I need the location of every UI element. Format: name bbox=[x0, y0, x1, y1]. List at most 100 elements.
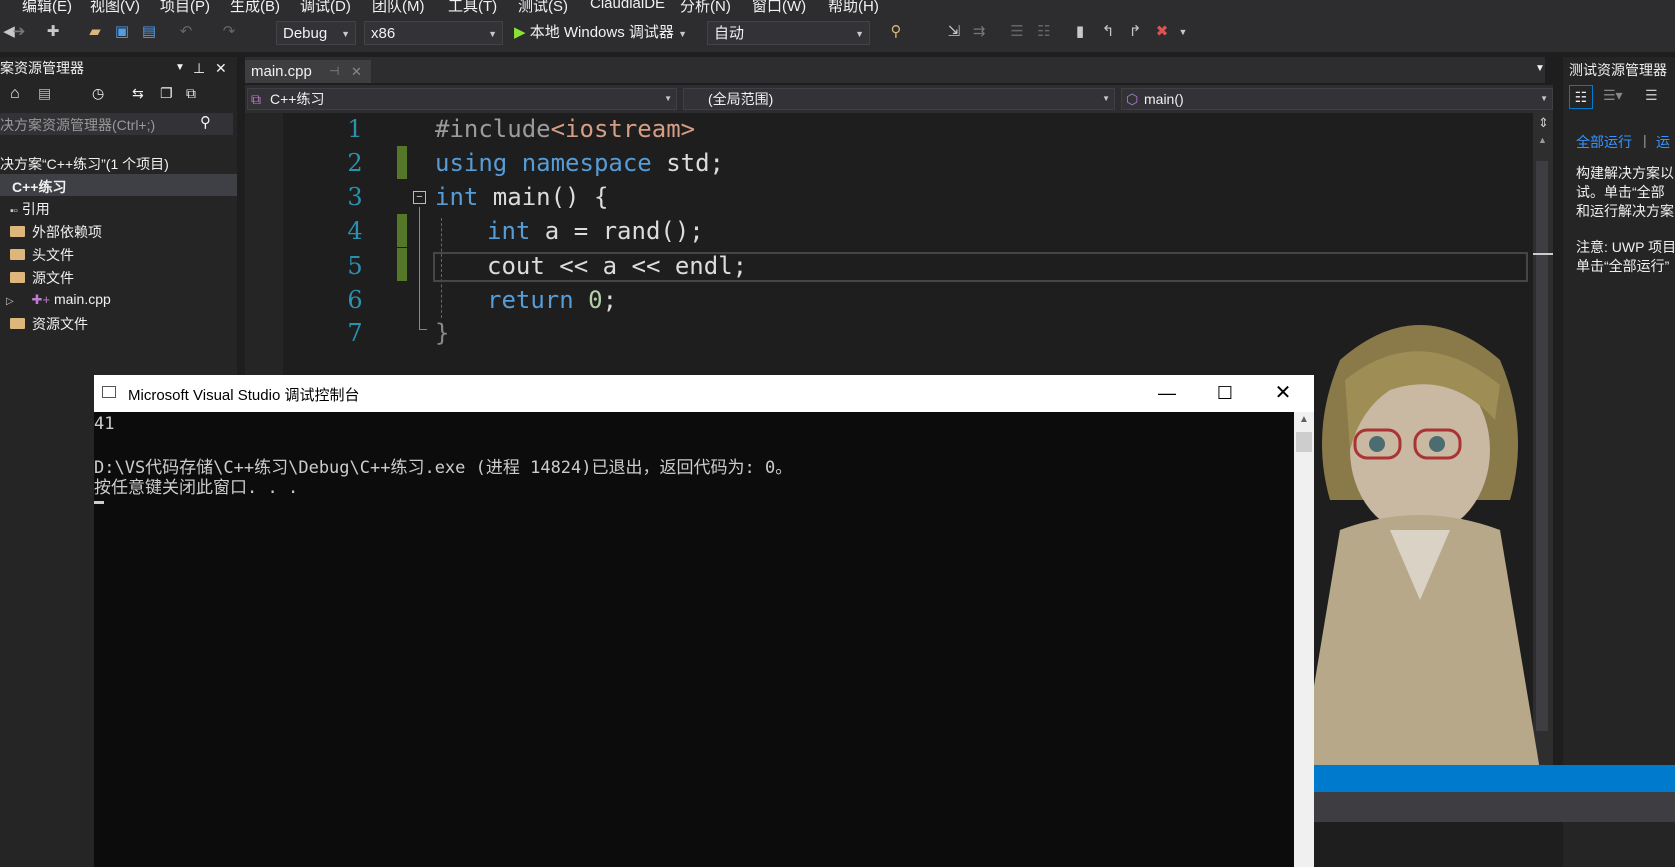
configuration-select[interactable]: Debug ▼ bbox=[276, 21, 356, 45]
tree-item-references[interactable]: ▪▫ 引用 bbox=[10, 199, 50, 219]
expand-arrow-icon[interactable]: ▷ bbox=[6, 296, 14, 307]
chevron-down-icon: ▼ bbox=[664, 94, 672, 103]
tab-main-cpp[interactable]: main.cpp ⊣ ✕ bbox=[245, 60, 371, 83]
project-node[interactable]: C++练习 bbox=[12, 177, 66, 197]
forward-icon[interactable]: ➔ bbox=[10, 23, 28, 41]
tree-item-resource-files[interactable]: 资源文件 bbox=[10, 314, 88, 334]
console-app-icon bbox=[102, 386, 116, 398]
new-project-icon[interactable]: ✚ bbox=[44, 23, 62, 41]
maximize-icon[interactable]: ☐ bbox=[1196, 375, 1254, 412]
scope-nav-select[interactable]: (全局范围) ▼ bbox=[683, 88, 1115, 110]
debug-console-window[interactable]: Microsoft Visual Studio 调试控制台 — ☐ ✕ 41 D… bbox=[94, 375, 1314, 867]
solution-config-select[interactable]: 自动 ▼ bbox=[707, 21, 870, 45]
pending-changes-icon[interactable]: ◷ bbox=[92, 85, 104, 102]
text-cursor bbox=[94, 501, 104, 504]
switch-views-icon[interactable]: ▤ bbox=[38, 85, 51, 102]
member-nav-select[interactable]: ⬡ main() ▼ bbox=[1121, 88, 1553, 110]
undo-icon[interactable]: ↶ bbox=[177, 23, 195, 41]
pin-icon[interactable]: ⊥ bbox=[193, 57, 205, 79]
menu-help[interactable]: 帮助(H) bbox=[828, 0, 879, 14]
test-explorer-note-1: 注意: UWP 项目 bbox=[1576, 239, 1675, 255]
platform-select[interactable]: x86 ▼ bbox=[364, 21, 503, 45]
close-icon[interactable]: ✕ bbox=[1254, 375, 1312, 412]
save-all-icon[interactable]: ▤ bbox=[140, 23, 158, 41]
close-icon[interactable]: ✕ bbox=[351, 60, 362, 83]
link-separator: | bbox=[1643, 132, 1647, 148]
save-icon[interactable]: ▣ bbox=[113, 23, 131, 41]
outline-guide bbox=[419, 207, 420, 329]
tree-item-label: 外部依赖项 bbox=[32, 224, 102, 240]
run-link[interactable]: 运 bbox=[1656, 132, 1670, 152]
uncomment-icon[interactable]: ☷ bbox=[1035, 23, 1053, 41]
start-debugging-button[interactable]: ▶ 本地 Windows 调试器 ▼ bbox=[514, 21, 687, 45]
chevron-down-icon: ▼ bbox=[341, 29, 350, 39]
menu-edit[interactable]: 编辑(E) bbox=[22, 0, 72, 14]
open-folder-icon[interactable]: ▰ bbox=[86, 23, 104, 41]
menu-tools[interactable]: 工具(T) bbox=[448, 0, 497, 14]
collapse-all-icon[interactable]: ❐ bbox=[160, 85, 173, 102]
keyword-token: int bbox=[435, 183, 479, 211]
code-line-7: } bbox=[435, 319, 450, 347]
menu-project[interactable]: 项目(P) bbox=[160, 0, 210, 14]
menu-debug[interactable]: 调试(D) bbox=[300, 0, 351, 14]
test-explorer-desc-3: 和运行解决方案 bbox=[1576, 203, 1674, 219]
clear-bookmarks-icon[interactable]: ✖ bbox=[1153, 23, 1171, 41]
console-output-line: 41 bbox=[94, 414, 115, 434]
menu-view[interactable]: 视图(V) bbox=[90, 0, 140, 14]
redo-icon[interactable]: ↷ bbox=[220, 23, 238, 41]
project-nav-select[interactable]: ⧉ C++练习 ▼ bbox=[247, 88, 677, 110]
sync-icon[interactable]: ⇆ bbox=[132, 85, 144, 102]
step-into-icon[interactable]: ⇲ bbox=[945, 23, 963, 41]
comment-icon[interactable]: ☰ bbox=[1008, 23, 1026, 41]
toolbar-overflow-icon[interactable]: ▼ bbox=[1174, 23, 1192, 41]
code-token: a = rand(); bbox=[530, 217, 704, 245]
console-output[interactable]: 41 D:\VS代码存储\C++练习\Debug\C++练习.exe (进程 1… bbox=[94, 412, 1294, 867]
search-icon[interactable]: ⚲ bbox=[200, 113, 211, 131]
menu-team[interactable]: 团队(M) bbox=[372, 0, 425, 14]
chevron-down-icon[interactable]: ▼ bbox=[1535, 63, 1545, 74]
line-number: 2 bbox=[347, 149, 363, 177]
pin-icon[interactable]: ⊣ bbox=[329, 60, 339, 83]
close-icon[interactable]: ✕ bbox=[215, 57, 227, 79]
scrollbar-thumb[interactable] bbox=[1296, 432, 1312, 452]
console-scrollbar[interactable]: ▲ bbox=[1294, 412, 1314, 867]
code-token: main() { bbox=[478, 183, 609, 211]
console-title-bar[interactable]: Microsoft Visual Studio 调试控制台 — ☐ ✕ bbox=[94, 375, 1314, 412]
tree-item-main-cpp[interactable]: ▷ ✚+ main.cpp bbox=[6, 291, 111, 308]
split-handle-icon[interactable]: ⇕ bbox=[1538, 115, 1549, 131]
playlist-icon[interactable]: ☰▾ bbox=[1603, 87, 1623, 104]
menu-claudiaide[interactable]: ClaudialDE bbox=[590, 0, 665, 12]
scroll-up-icon[interactable]: ▲ bbox=[1538, 135, 1547, 145]
next-bookmark-icon[interactable]: ↱ bbox=[1126, 23, 1144, 41]
scroll-up-icon[interactable]: ▲ bbox=[1299, 414, 1309, 425]
caret-position-marker bbox=[1533, 253, 1553, 255]
prev-bookmark-icon[interactable]: ↰ bbox=[1099, 23, 1117, 41]
show-all-files-icon[interactable]: ⧉ bbox=[186, 85, 196, 102]
solution-config-value: 自动 bbox=[714, 25, 745, 42]
play-icon: ▶ bbox=[514, 24, 526, 41]
menu-window[interactable]: 窗口(W) bbox=[752, 0, 806, 14]
tree-item-external-deps[interactable]: 外部依赖项 bbox=[10, 222, 102, 242]
minimize-icon[interactable]: — bbox=[1138, 375, 1196, 412]
run-all-link[interactable]: 全部运行 bbox=[1576, 132, 1632, 152]
editor-navigation-bar: ⧉ C++练习 ▼ (全局范围) ▼ ⬡ main() ▼ bbox=[245, 85, 1553, 113]
group-by-icon[interactable]: ☷ bbox=[1569, 85, 1593, 109]
chevron-down-icon: ▼ bbox=[855, 29, 864, 39]
bookmark-icon[interactable]: ▮ bbox=[1071, 23, 1089, 41]
chevron-down-icon[interactable]: ▼ bbox=[175, 57, 185, 79]
configuration-value: Debug bbox=[283, 25, 328, 42]
find-in-files-icon[interactable]: ⚲ bbox=[887, 23, 905, 41]
menu-analyze[interactable]: 分析(N) bbox=[680, 0, 731, 14]
home-icon[interactable]: ⌂ bbox=[10, 85, 20, 103]
solution-search-box[interactable]: 决方案资源管理器(Ctrl+;) ⚲ bbox=[0, 113, 233, 135]
collapse-outline-icon[interactable]: − bbox=[413, 191, 426, 204]
menu-test[interactable]: 测试(S) bbox=[518, 0, 568, 14]
step-over-icon[interactable]: ⇉ bbox=[970, 23, 988, 41]
solution-explorer-title-bar: 案资源管理器 ▼ ⊥ ✕ bbox=[0, 57, 237, 79]
tree-item-source-files[interactable]: 源文件 bbox=[10, 268, 74, 288]
tab-label: main.cpp bbox=[251, 63, 312, 80]
tree-item-header-files[interactable]: 头文件 bbox=[10, 245, 74, 265]
solution-node[interactable]: 决方案“C++练习”(1 个项目) bbox=[0, 154, 169, 174]
settings-list-icon[interactable]: ☰ bbox=[1645, 87, 1658, 104]
menu-build[interactable]: 生成(B) bbox=[230, 0, 280, 14]
